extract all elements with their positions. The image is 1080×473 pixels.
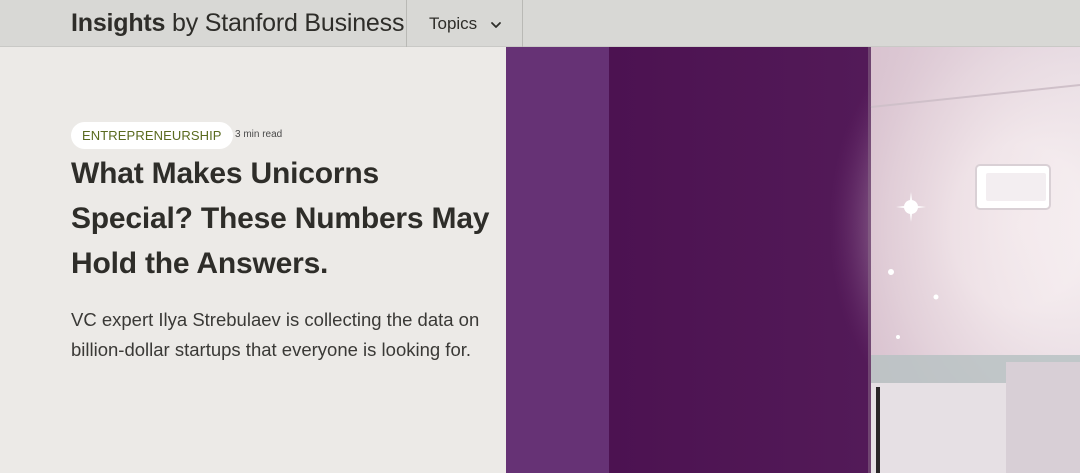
brand-insights: Insights (71, 9, 166, 37)
site-logo[interactable]: Insights by Stanford Business (71, 8, 404, 38)
site-header: Insights by Stanford Business Topics (0, 0, 1080, 47)
category-tag[interactable]: ENTREPRENEURSHIP (71, 122, 233, 149)
topics-label: Topics (429, 13, 478, 33)
read-time: 3 min read (235, 129, 283, 140)
hero-image[interactable] (506, 47, 1080, 473)
topics-menu-button[interactable]: Topics (407, 0, 522, 47)
article-teaser: ENTREPRENEURSHIP 3 min read What Makes U… (0, 47, 506, 473)
chevron-down-icon (489, 17, 503, 31)
header-divider (522, 0, 523, 47)
article-summary: VC expert Ilya Strebulaev is collecting … (71, 309, 480, 360)
article-title[interactable]: What Makes Unicorns Special? These Numbe… (71, 151, 491, 286)
brand-by-stanford: by Stanford Business (165, 9, 405, 37)
